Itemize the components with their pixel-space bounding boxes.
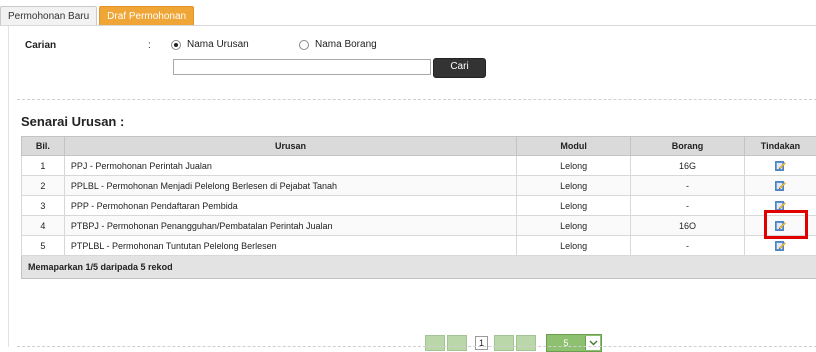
radio-nama-urusan[interactable]: Nama Urusan (171, 39, 249, 50)
pager: 1 5 (425, 334, 602, 352)
cell-modul: Lelong (517, 236, 631, 256)
radio-unchecked-icon[interactable] (299, 40, 309, 50)
search-label: Carian (25, 40, 56, 51)
edit-icon[interactable] (775, 240, 786, 251)
col-tindakan[interactable]: Tindakan (744, 137, 816, 156)
tab-draf-permohonan[interactable]: Draf Permohonan (99, 6, 194, 25)
cell-urusan: PTBPJ - Permohonan Penangguhan/Pembatala… (64, 216, 516, 236)
cell-bil: 1 (22, 156, 65, 176)
cell-modul: Lelong (517, 216, 631, 236)
col-bil[interactable]: Bil. (22, 137, 65, 156)
content-panel: Carian : Nama Urusan Nama Borang Cari Se… (8, 26, 816, 347)
cell-tindakan (744, 176, 816, 196)
cell-urusan: PPLBL - Permohonan Menjadi Pelelong Berl… (64, 176, 516, 196)
cell-urusan: PPJ - Permohonan Perintah Jualan (64, 156, 516, 176)
table-row: 3 PPP - Permohonan Pendaftaran Pembida L… (22, 196, 816, 216)
search-button[interactable]: Cari (433, 58, 486, 78)
table-footer-row: Memaparkan 1/5 daripada 5 rekod (22, 256, 816, 279)
col-modul[interactable]: Modul (517, 137, 631, 156)
cell-bil: 2 (22, 176, 65, 196)
cell-tindakan (744, 156, 816, 176)
next-page-button[interactable] (494, 335, 514, 351)
table-row: 1 PPJ - Permohonan Perintah Jualan Lelon… (22, 156, 816, 176)
edit-icon[interactable] (775, 200, 786, 211)
radio-nama-borang-label: Nama Borang (315, 39, 377, 50)
cell-bil: 3 (22, 196, 65, 216)
col-borang[interactable]: Borang (631, 137, 745, 156)
search-colon: : (148, 40, 151, 51)
tab-bar: Permohonan Baru Draf Permohonan (0, 6, 196, 26)
cell-tindakan (744, 236, 816, 256)
page-number[interactable]: 1 (475, 336, 488, 350)
table-row: 4 PTBPJ - Permohonan Penangguhan/Pembata… (22, 216, 816, 236)
table-row: 5 PTPLBL - Permohonan Tuntutan Pelelong … (22, 236, 816, 256)
cell-tindakan (744, 216, 816, 236)
prev-page-button[interactable] (447, 335, 467, 351)
col-urusan[interactable]: Urusan (64, 137, 516, 156)
chevron-down-icon[interactable] (585, 336, 600, 350)
table-row: 2 PPLBL - Permohonan Menjadi Pelelong Be… (22, 176, 816, 196)
page-size-select[interactable]: 5 (546, 334, 602, 352)
separator-top (17, 99, 816, 100)
cell-bil: 5 (22, 236, 65, 256)
search-input[interactable] (173, 59, 431, 75)
cell-modul: Lelong (517, 196, 631, 216)
radio-checked-icon[interactable] (171, 40, 181, 50)
cell-urusan: PPP - Permohonan Pendaftaran Pembida (64, 196, 516, 216)
cell-tindakan (744, 196, 816, 216)
record-summary: Memaparkan 1/5 daripada 5 rekod (22, 256, 816, 279)
edit-icon[interactable] (775, 180, 786, 191)
cell-modul: Lelong (517, 156, 631, 176)
radio-nama-urusan-label: Nama Urusan (187, 39, 249, 50)
cell-borang: 16G (631, 156, 745, 176)
list-title: Senarai Urusan : (21, 114, 124, 129)
table-header-row: Bil. Urusan Modul Borang Tindakan (22, 137, 816, 156)
first-page-button[interactable] (425, 335, 445, 351)
last-page-button[interactable] (516, 335, 536, 351)
radio-nama-borang[interactable]: Nama Borang (299, 39, 377, 50)
cell-modul: Lelong (517, 176, 631, 196)
tab-permohonan-baru[interactable]: Permohonan Baru (0, 6, 97, 25)
edit-icon[interactable] (775, 160, 786, 171)
urusan-table: Bil. Urusan Modul Borang Tindakan 1 PPJ … (21, 136, 816, 279)
cell-borang: - (631, 176, 745, 196)
edit-icon[interactable] (775, 220, 786, 231)
cell-bil: 4 (22, 216, 65, 236)
cell-borang: 16O (631, 216, 745, 236)
cell-borang: - (631, 236, 745, 256)
cell-urusan: PTPLBL - Permohonan Tuntutan Pelelong Be… (64, 236, 516, 256)
cell-borang: - (631, 196, 745, 216)
